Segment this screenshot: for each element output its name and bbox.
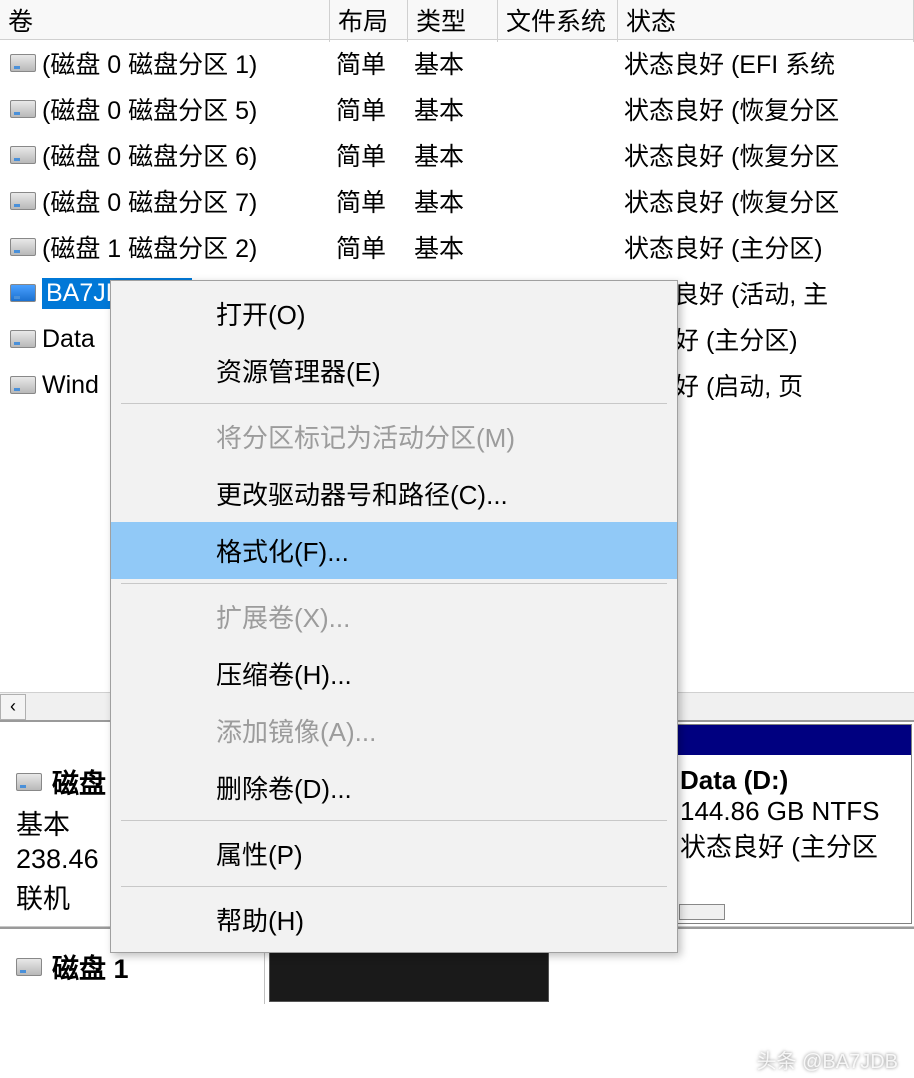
- header-status[interactable]: 状态: [618, 0, 914, 42]
- volume-status: 状态良好 (主分区): [618, 229, 914, 265]
- volume-layout: 简单: [330, 91, 408, 127]
- partition-header-bar: [668, 725, 911, 755]
- partition-data-d[interactable]: Data (D:) 144.86 GB NTFS 状态良好 (主分区: [667, 724, 912, 924]
- menu-item[interactable]: 更改驱动器号和路径(C)...: [111, 465, 677, 522]
- menu-item[interactable]: 删除卷(D)...: [111, 759, 677, 816]
- volume-name: (磁盘 0 磁盘分区 7): [42, 183, 257, 219]
- volume-icon: [10, 330, 36, 348]
- partition-name: Data (D:): [680, 765, 899, 796]
- volume-layout: 简单: [330, 137, 408, 173]
- menu-item[interactable]: 格式化(F)...: [111, 522, 677, 579]
- scroll-left-button[interactable]: ‹: [0, 694, 26, 720]
- volume-name: (磁盘 0 磁盘分区 6): [42, 137, 257, 173]
- volume-layout: 简单: [330, 229, 408, 265]
- volume-icon: [10, 100, 36, 118]
- volume-name: Wind: [42, 371, 99, 400]
- volume-name: (磁盘 0 磁盘分区 1): [42, 45, 257, 81]
- volume-type: 基本: [408, 137, 498, 173]
- volume-name: (磁盘 0 磁盘分区 5): [42, 91, 257, 127]
- menu-separator: [121, 583, 667, 584]
- volume-icon: [10, 376, 36, 394]
- header-layout[interactable]: 布局: [330, 0, 408, 42]
- menu-item[interactable]: 压缩卷(H)...: [111, 645, 677, 702]
- partition-size: 144.86 GB NTFS: [680, 796, 899, 827]
- context-menu: 打开(O)资源管理器(E) 将分区标记为活动分区(M)更改驱动器号和路径(C)..…: [110, 280, 678, 953]
- menu-separator: [121, 820, 667, 821]
- menu-item[interactable]: 资源管理器(E): [111, 342, 677, 399]
- menu-item[interactable]: 帮助(H): [111, 891, 677, 948]
- watermark-text: 头条 @BA7JDB: [757, 1045, 898, 1074]
- volume-type: 基本: [408, 91, 498, 127]
- volume-icon: [10, 284, 36, 302]
- menu-item: 扩展卷(X)...: [111, 588, 677, 645]
- mini-partition[interactable]: [679, 904, 725, 920]
- volume-name: Data: [42, 325, 95, 354]
- volume-status: 状态良好 (恢复分区: [618, 137, 914, 173]
- volume-row[interactable]: (磁盘 0 磁盘分区 6) 简单基本 状态良好 (恢复分区: [0, 132, 914, 178]
- menu-separator: [121, 886, 667, 887]
- disk-icon: [16, 958, 42, 976]
- volume-icon: [10, 238, 36, 256]
- volume-layout: 简单: [330, 45, 408, 81]
- volume-row[interactable]: (磁盘 0 磁盘分区 5) 简单基本 状态良好 (恢复分区: [0, 86, 914, 132]
- volume-row[interactable]: (磁盘 0 磁盘分区 7) 简单基本 状态良好 (恢复分区: [0, 178, 914, 224]
- volume-status: 状态良好 (恢复分区: [618, 183, 914, 219]
- volume-name: (磁盘 1 磁盘分区 2): [42, 229, 257, 265]
- partition-status: 状态良好 (主分区: [680, 827, 899, 864]
- volume-row[interactable]: (磁盘 1 磁盘分区 2) 简单基本 状态良好 (主分区): [0, 224, 914, 270]
- header-volume[interactable]: 卷: [0, 0, 330, 42]
- volume-icon: [10, 192, 36, 210]
- volume-status: 状态良好 (恢复分区: [618, 91, 914, 127]
- header-filesystem[interactable]: 文件系统: [498, 0, 618, 42]
- volume-icon: [10, 146, 36, 164]
- volume-layout: 简单: [330, 183, 408, 219]
- volume-icon: [10, 54, 36, 72]
- menu-item[interactable]: 属性(P): [111, 825, 677, 882]
- volume-table-header: 卷 布局 类型 文件系统 状态: [0, 0, 914, 40]
- menu-item: 将分区标记为活动分区(M): [111, 408, 677, 465]
- disk-title: 磁盘: [52, 762, 106, 801]
- header-type[interactable]: 类型: [408, 0, 498, 42]
- volume-type: 基本: [408, 229, 498, 265]
- volume-type: 基本: [408, 45, 498, 81]
- menu-separator: [121, 403, 667, 404]
- menu-item: 添加镜像(A)...: [111, 702, 677, 759]
- watermark-logo-icon: [838, 982, 908, 1052]
- disk-icon: [16, 773, 42, 791]
- volume-type: 基本: [408, 183, 498, 219]
- volume-status: 状态良好 (EFI 系统: [618, 45, 914, 81]
- menu-item[interactable]: 打开(O): [111, 285, 677, 342]
- volume-row[interactable]: (磁盘 0 磁盘分区 1) 简单基本 状态良好 (EFI 系统: [0, 40, 914, 86]
